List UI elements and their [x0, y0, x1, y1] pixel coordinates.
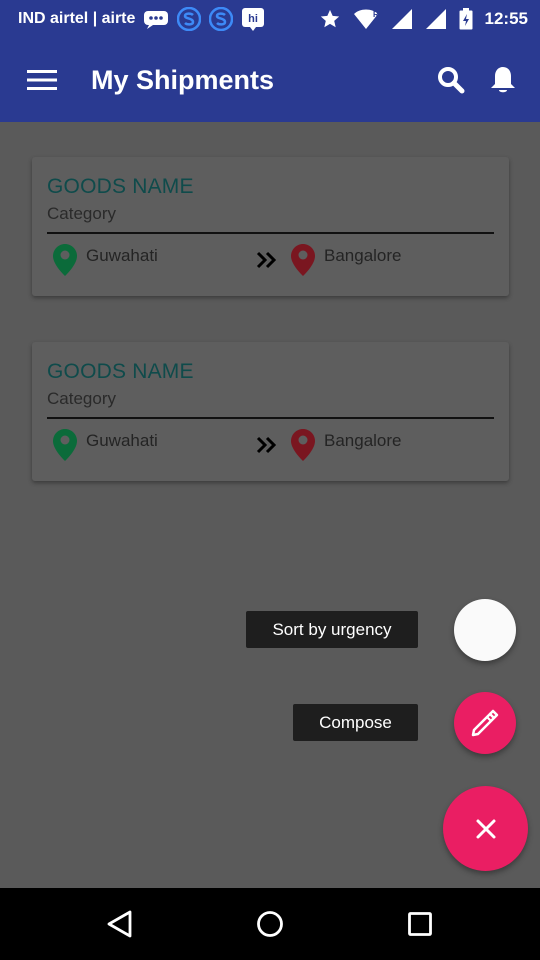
recents-icon — [408, 912, 432, 936]
search-icon — [438, 67, 465, 94]
location-pin-icon — [291, 244, 315, 276]
origin-city: Guwahati — [86, 431, 158, 450]
chat-icon — [143, 9, 169, 29]
signal-icon — [425, 8, 447, 30]
back-icon — [107, 910, 132, 938]
origin-city: Guwahati — [86, 246, 158, 265]
shipment-card[interactable]: GOODS NAME Category Guwahati Bangalore — [32, 157, 509, 296]
double-chevron-right-icon — [256, 436, 277, 454]
wifi-icon: R — [353, 8, 379, 30]
battery-icon — [459, 8, 473, 30]
double-chevron-right-icon — [256, 251, 277, 269]
close-fab-menu-button[interactable] — [443, 786, 528, 871]
location-pin-icon — [291, 429, 315, 461]
route-row: Guwahati Bangalore — [47, 234, 494, 284]
signal-icon — [391, 8, 413, 30]
system-nav-bar — [0, 888, 540, 960]
star-icon — [319, 8, 341, 30]
compose-button[interactable] — [454, 692, 516, 754]
destination-city: Bangalore — [324, 246, 402, 265]
menu-icon — [27, 70, 57, 90]
shipment-card[interactable]: GOODS NAME Category Guwahati Bangalore — [32, 342, 509, 481]
close-icon — [476, 819, 495, 838]
svg-text:hi: hi — [249, 13, 259, 25]
goods-name: GOODS NAME — [47, 175, 194, 198]
carrier-text: IND airtel | airte — [18, 10, 136, 27]
compose-label[interactable]: Compose — [293, 704, 418, 741]
sort-by-urgency-label[interactable]: Sort by urgency — [246, 611, 418, 648]
search-button[interactable] — [436, 65, 466, 95]
app-s-icon — [209, 7, 234, 31]
hike-icon: hi — [241, 7, 265, 31]
home-button[interactable] — [248, 902, 292, 946]
location-pin-icon — [53, 429, 77, 461]
app-bar: My Shipments — [0, 38, 540, 122]
bell-icon — [491, 67, 515, 93]
pencil-icon — [471, 709, 499, 737]
clock-text: 12:55 — [484, 9, 528, 28]
back-button[interactable] — [98, 902, 142, 946]
page-title: My Shipments — [91, 64, 275, 95]
notifications-button[interactable] — [488, 65, 518, 95]
goods-category: Category — [47, 204, 116, 223]
home-icon — [257, 911, 283, 937]
destination-city: Bangalore — [324, 431, 402, 450]
goods-name: GOODS NAME — [47, 360, 194, 383]
route-row: Guwahati Bangalore — [47, 419, 494, 469]
menu-button[interactable] — [26, 64, 58, 96]
roaming-label: R — [373, 10, 379, 19]
status-bar: IND airtel | airte hi R 12:55 — [0, 0, 540, 38]
sort-by-urgency-button[interactable] — [454, 599, 516, 661]
recents-button[interactable] — [398, 902, 442, 946]
goods-category: Category — [47, 389, 116, 408]
location-pin-icon — [53, 244, 77, 276]
app-s-icon — [177, 7, 202, 31]
